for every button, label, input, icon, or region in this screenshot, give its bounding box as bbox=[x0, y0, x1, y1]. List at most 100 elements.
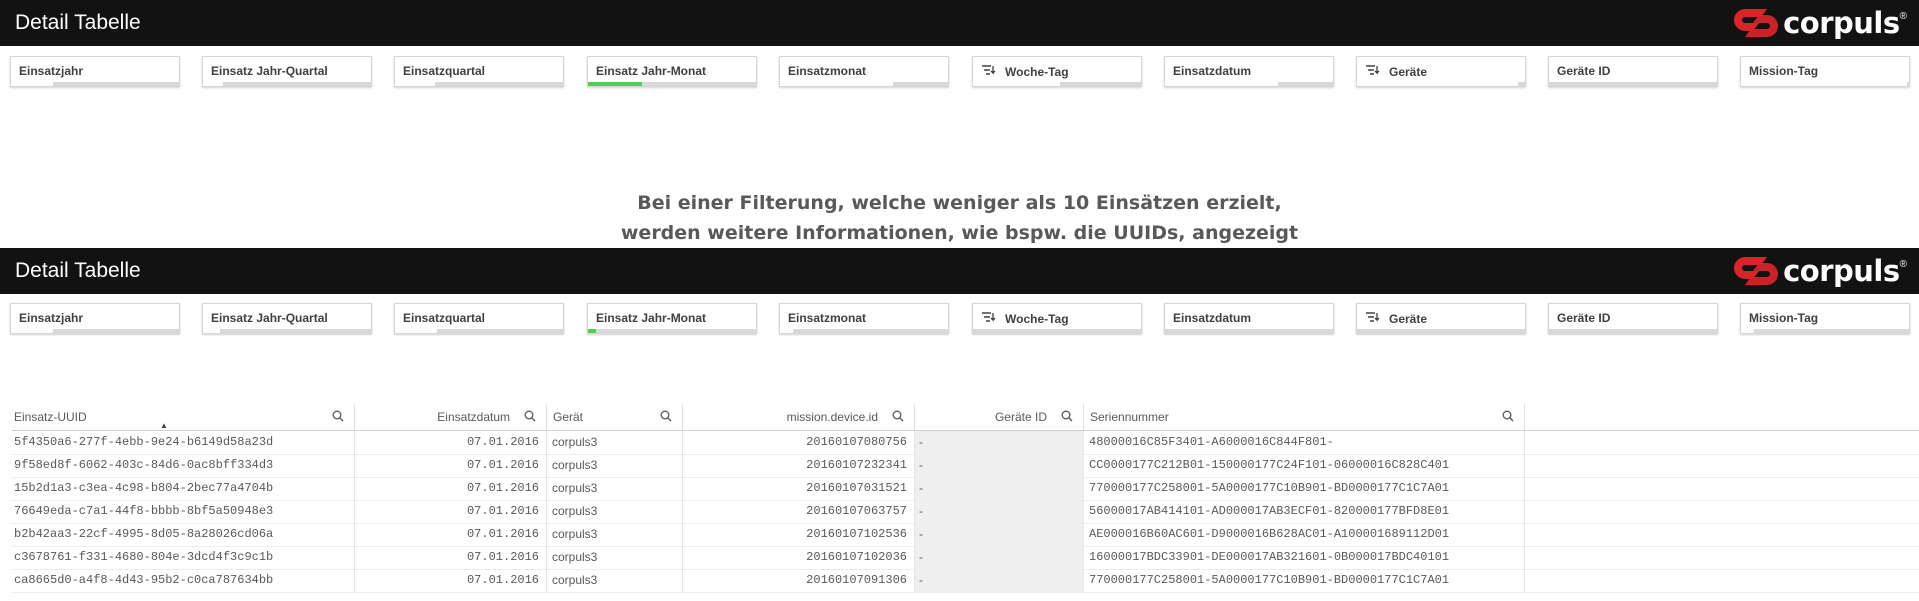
filter-label: Geräte ID bbox=[1557, 311, 1610, 325]
page-title-detail: Detail Tabelle bbox=[15, 259, 141, 282]
drilldown-icon bbox=[981, 311, 997, 326]
filter-einsatzquartal[interactable]: Einsatzquartal bbox=[394, 56, 564, 87]
filter-label-text: Woche-Tag bbox=[1005, 311, 1069, 326]
selection-state-fill bbox=[203, 329, 220, 333]
logo-text: corpuls bbox=[1783, 254, 1900, 288]
table-row[interactable]: 9f58ed8f-6062-403c-84d6-0ac8bff334d3 07.0… bbox=[12, 454, 1919, 478]
cell-seriennummer: AE000016B60AC601-D9000016B628AC01-A10000… bbox=[1084, 523, 1525, 546]
filter-mission-tag[interactable]: Mission-Tag bbox=[1740, 56, 1910, 87]
table-row[interactable]: c3678761-f331-4680-804e-3dcd4f3c9c1b 07.0… bbox=[12, 546, 1919, 570]
filter-label: Einsatzquartal bbox=[403, 311, 485, 325]
table-row[interactable]: b2b42aa3-22cf-4995-8d05-8a28026cd06a 07.0… bbox=[12, 523, 1919, 547]
filter-label: Mission-Tag bbox=[1749, 64, 1818, 78]
cell-seriennummer: 48000016C85F3401-A6000016C844F801- bbox=[1084, 431, 1525, 454]
filter-bar-top: Einsatzjahr Einsatz Jahr-Quartal Einsatzqu… bbox=[0, 56, 1919, 96]
column-header-einsatzdatum[interactable]: Einsatzdatum bbox=[355, 404, 547, 430]
selection-state-bar bbox=[973, 82, 1141, 86]
search-icon[interactable] bbox=[524, 410, 536, 425]
filter-label-text: Einsatzdatum bbox=[1173, 311, 1252, 325]
filter-label: Einsatz Jahr-Quartal bbox=[211, 64, 328, 78]
selection-state-fill bbox=[11, 329, 53, 333]
filter-geraete[interactable]: Geräte bbox=[1356, 303, 1526, 334]
cell-einsatzdatum: 07.01.2016 bbox=[355, 454, 547, 477]
column-header-label: Gerät bbox=[553, 410, 584, 424]
filter-label-text: Einsatzjahr bbox=[19, 311, 84, 325]
table-row[interactable]: ca8665d0-a4f8-4d43-95b2-c0ca787634bb 07.0… bbox=[12, 569, 1919, 593]
selection-state-fill bbox=[11, 82, 53, 86]
filter-label-text: Geräte ID bbox=[1557, 64, 1611, 78]
search-icon[interactable] bbox=[1061, 410, 1073, 425]
selection-state-bar bbox=[1357, 329, 1525, 333]
filter-label: Einsatz Jahr-Monat bbox=[596, 311, 706, 325]
corpuls-logo: corpuls ® bbox=[1731, 253, 1907, 289]
selection-state-bar bbox=[1165, 329, 1333, 333]
filter-label-text: Einsatzdatum bbox=[1173, 64, 1252, 78]
cell-geraete-id: - bbox=[915, 546, 1084, 569]
selection-state-bar bbox=[11, 82, 179, 86]
filter-label: Einsatzdatum bbox=[1173, 64, 1251, 78]
cell-geraet: corpuls3 bbox=[547, 500, 683, 523]
filter-label: Geräte ID bbox=[1557, 64, 1610, 78]
info-message-line-1: Bei einer Filterung, welche weniger als … bbox=[637, 192, 1282, 214]
filter-einsatzjahr[interactable]: Einsatzjahr bbox=[10, 56, 180, 87]
table-row[interactable]: 5f4350a6-277f-4ebb-9e24-b6149d58a23d 07.0… bbox=[12, 431, 1919, 455]
selection-state-fill bbox=[395, 329, 437, 333]
column-header-mission-device-id[interactable]: mission.device.id bbox=[683, 404, 915, 430]
cell-einsatzdatum: 07.01.2016 bbox=[355, 546, 547, 569]
filter-label-text: Einsatz Jahr-Quartal bbox=[211, 64, 328, 78]
filter-einsatz-jahr-monat[interactable]: Einsatz Jahr-Monat bbox=[587, 56, 757, 87]
filter-einsatzmonat[interactable]: Einsatzmonat bbox=[779, 56, 949, 87]
filter-einsatzmonat[interactable]: Einsatzmonat bbox=[779, 303, 949, 334]
cell-mission-device-id: 20160107063757 bbox=[683, 500, 915, 523]
column-header-seriennummer[interactable]: Seriennummer bbox=[1084, 404, 1525, 430]
filter-bar-bottom: Einsatzjahr Einsatz Jahr-Quartal Einsatzqu… bbox=[0, 303, 1919, 343]
filter-label: Einsatzjahr bbox=[19, 64, 83, 78]
filter-geraete-id[interactable]: Geräte ID bbox=[1548, 56, 1718, 87]
filter-geraete[interactable]: Geräte bbox=[1356, 56, 1526, 87]
filter-einsatz-jahr-quartal[interactable]: Einsatz Jahr-Quartal bbox=[202, 303, 372, 334]
registered-mark: ® bbox=[1899, 11, 1907, 22]
filter-label: Woche-Tag bbox=[981, 311, 1069, 326]
filter-label-text: Einsatzquartal bbox=[403, 311, 486, 325]
column-header-geraet[interactable]: Gerät bbox=[547, 404, 683, 430]
filter-label-text: Geräte ID bbox=[1557, 311, 1611, 325]
filter-einsatzdatum[interactable]: Einsatzdatum bbox=[1164, 303, 1334, 334]
search-icon[interactable] bbox=[332, 410, 344, 425]
search-icon[interactable] bbox=[660, 410, 672, 425]
filter-woche-tag[interactable]: Woche-Tag bbox=[972, 303, 1142, 334]
info-message: Bei einer Filterung, welche weniger als … bbox=[0, 188, 1919, 248]
cell-mission-device-id: 20160107091306 bbox=[683, 569, 915, 592]
filter-label: Einsatzmonat bbox=[788, 64, 866, 78]
search-icon[interactable] bbox=[1502, 410, 1514, 425]
table-row[interactable]: 76649eda-c7a1-44f8-bbbb-8bf5a50948e3 07.0… bbox=[12, 500, 1919, 524]
search-icon[interactable] bbox=[892, 410, 904, 425]
filter-woche-tag[interactable]: Woche-Tag bbox=[972, 56, 1142, 87]
corpuls-mark-icon bbox=[1734, 257, 1779, 285]
filter-label-text: Einsatzmonat bbox=[788, 311, 867, 325]
filter-einsatz-jahr-quartal[interactable]: Einsatz Jahr-Quartal bbox=[202, 56, 372, 87]
filter-einsatzdatum[interactable]: Einsatzdatum bbox=[1164, 56, 1334, 87]
filter-label-text: Geräte bbox=[1389, 64, 1428, 79]
selection-state-fill bbox=[1741, 329, 1755, 333]
selection-state-fill bbox=[780, 329, 794, 333]
filter-einsatzjahr[interactable]: Einsatzjahr bbox=[10, 303, 180, 334]
selection-state-fill bbox=[780, 82, 893, 86]
filter-label-text: Einsatz Jahr-Monat bbox=[596, 311, 707, 325]
filter-einsatzquartal[interactable]: Einsatzquartal bbox=[394, 303, 564, 334]
filter-einsatz-jahr-monat[interactable]: Einsatz Jahr-Monat bbox=[587, 303, 757, 334]
table-row[interactable]: 15b2d1a3-c3ea-4c98-b804-2bec77a4704b 07.0… bbox=[12, 477, 1919, 501]
filter-geraete-id[interactable]: Geräte ID bbox=[1548, 303, 1718, 334]
column-header-geraete-id[interactable]: Geräte ID bbox=[915, 404, 1084, 430]
cell-geraet: corpuls3 bbox=[547, 454, 683, 477]
filter-label: Einsatzmonat bbox=[788, 311, 866, 325]
selection-state-fill bbox=[1357, 82, 1519, 86]
filter-label-text: Woche-Tag bbox=[1005, 64, 1069, 79]
cell-mission-device-id: 20160107232341 bbox=[683, 454, 915, 477]
cell-einsatzdatum: 07.01.2016 bbox=[355, 477, 547, 500]
cell-geraet: corpuls3 bbox=[547, 569, 683, 592]
cell-geraete-id: - bbox=[915, 454, 1084, 477]
drilldown-icon bbox=[981, 64, 997, 79]
filter-mission-tag[interactable]: Mission-Tag bbox=[1740, 303, 1910, 334]
selection-state-fill bbox=[395, 82, 436, 86]
column-header-einsatz-uuid[interactable]: Einsatz-UUID ▲ bbox=[12, 404, 355, 430]
